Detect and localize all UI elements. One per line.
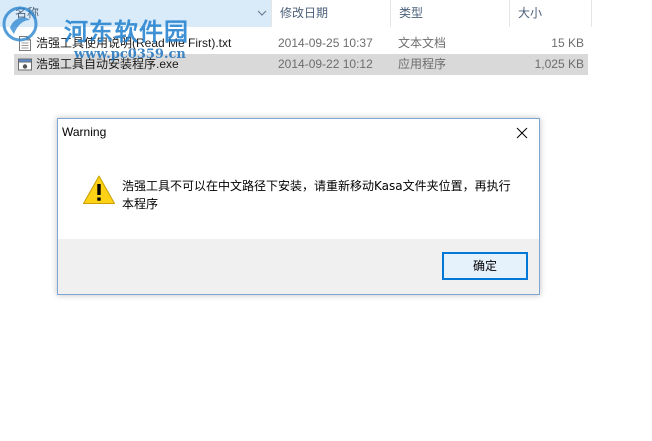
warning-icon: [83, 175, 115, 204]
file-type: 文本文档: [398, 36, 447, 50]
file-size: 15 KB: [551, 36, 584, 50]
column-header-date[interactable]: 修改日期: [272, 0, 391, 27]
watermark-logo-icon: [2, 6, 38, 42]
dialog-titlebar[interactable]: Warning: [58, 119, 539, 148]
watermark-url: www.pc0359.cn: [74, 47, 186, 62]
application-icon: [18, 58, 32, 71]
column-header-size[interactable]: 大小: [510, 0, 592, 27]
file-type: 应用程序: [398, 57, 447, 71]
dialog-message: 浩强工具不可以在中文路径下安装，请重新移动Kasa文件夹位置，再执行本程序: [122, 179, 511, 211]
file-date: 2014-09-22 10:12: [278, 57, 373, 71]
dialog-footer: 确定: [58, 239, 539, 294]
column-header-type[interactable]: 类型: [391, 0, 510, 27]
warning-dialog: Warning 浩强工具不可以在中文路径下安装，请重新移动Kasa文件夹位置，再…: [57, 118, 540, 295]
close-icon[interactable]: [509, 121, 535, 145]
watermark-title: 河东软件园: [64, 17, 189, 46]
chevron-down-icon[interactable]: [257, 9, 267, 17]
ok-button[interactable]: 确定: [442, 252, 528, 280]
dialog-title: Warning: [62, 125, 107, 139]
file-date: 2014-09-25 10:37: [278, 36, 373, 50]
dialog-body: 浩强工具不可以在中文路径下安装，请重新移动Kasa文件夹位置，再执行本程序: [58, 148, 539, 239]
file-size: 1,025 KB: [534, 57, 584, 71]
